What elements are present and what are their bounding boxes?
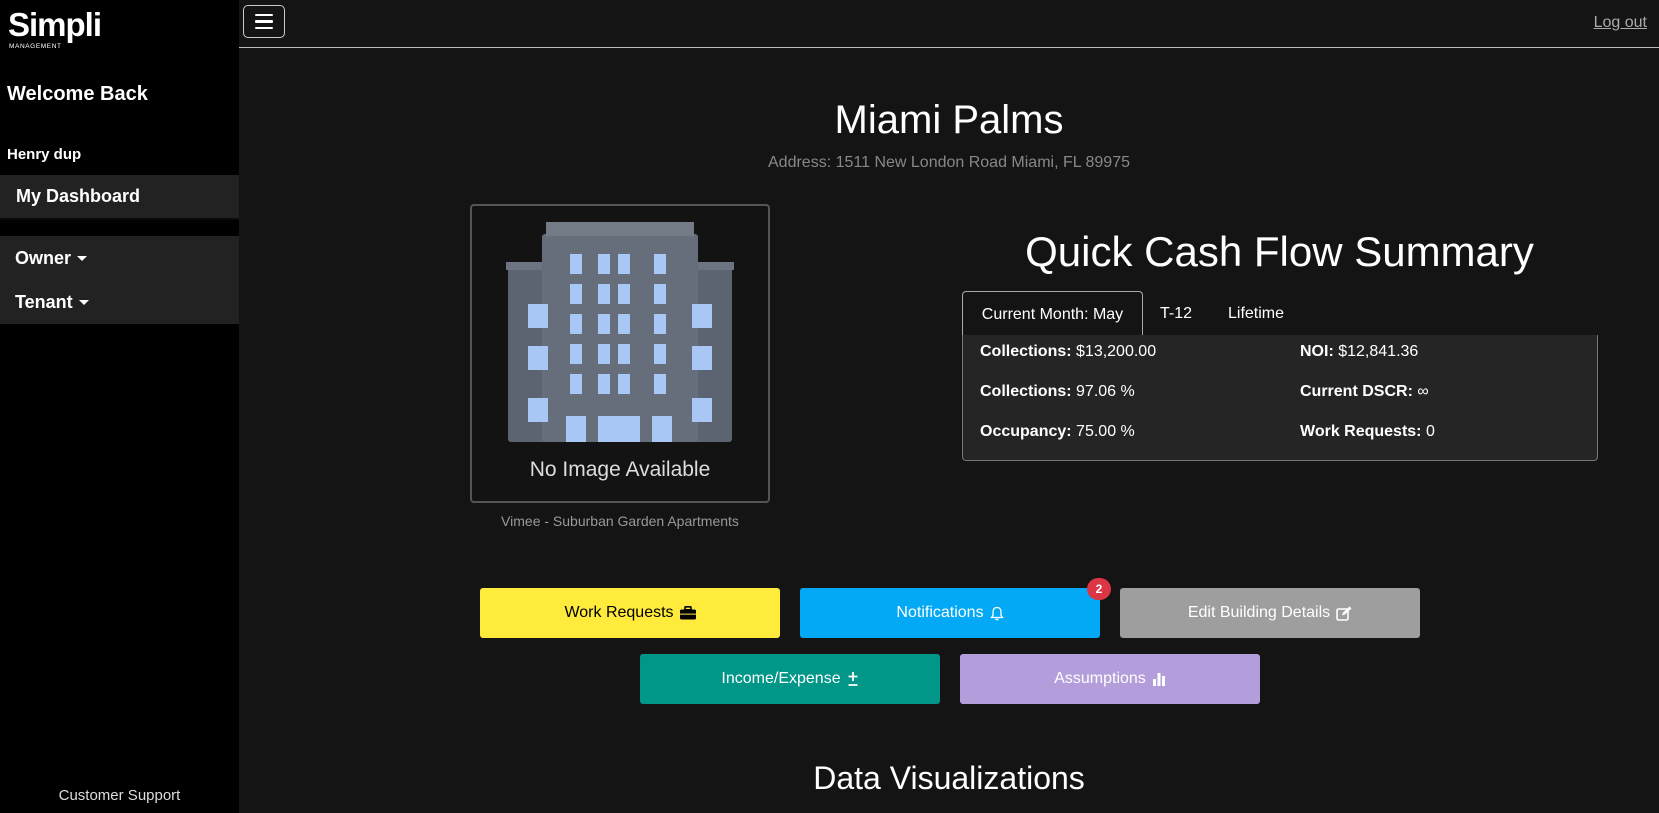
building-icon (506, 222, 734, 442)
button-label: Edit Building Details (1187, 604, 1331, 621)
user-name: Henry dup (7, 146, 82, 163)
property-address: Address: 1511 New London Road Miami, FL … (768, 154, 1130, 171)
caret-down-icon (78, 300, 89, 305)
briefcase-icon (679, 606, 696, 620)
stat-label: Work Requests: (1300, 423, 1422, 440)
sidebar-item-label: My Dashboard (16, 186, 141, 206)
topbar: Log out (239, 0, 1659, 48)
stat-label: NOI: (1300, 343, 1334, 360)
sidebar-item-label: Owner (15, 248, 72, 268)
property-title: Miami Palms (834, 98, 1064, 142)
property-image-placeholder: No Image Available (470, 204, 770, 503)
logo[interactable]: Simpli MANAGEMENT (8, 6, 112, 50)
notifications-button[interactable]: Notifications (800, 588, 1100, 638)
sidebar: Simpli MANAGEMENT Welcome Back Henry dup… (0, 0, 239, 813)
caret-down-icon (77, 256, 88, 261)
stat-label: Collections: (980, 343, 1072, 360)
cash-flow-title: Quick Cash Flow Summary (1025, 228, 1534, 275)
notification-count-badge: 2 (1087, 578, 1111, 600)
stat-value: $12,841.36 (1338, 343, 1419, 360)
no-image-text: No Image Available (529, 458, 711, 481)
sidebar-item-owner[interactable]: Owner (15, 248, 88, 269)
button-label: Income/Expense (721, 670, 841, 687)
button-label: Work Requests (564, 604, 674, 621)
stat-value: 0 (1425, 423, 1435, 440)
income-expense-button[interactable]: Income/Expense (640, 654, 940, 704)
cash-flow-summary-panel: Collections: $13,200.00 NOI: $12,841.36 … (962, 335, 1598, 461)
edit-icon (1336, 606, 1352, 621)
welcome-heading: Welcome Back (7, 83, 148, 105)
stat-work-requests: Work Requests: 0 (1300, 423, 1435, 441)
edit-building-details-button[interactable]: Edit Building Details (1120, 588, 1420, 638)
stat-value: 75.00 % (1076, 423, 1135, 440)
stat-occupancy: Occupancy: 75.00 % (980, 423, 1135, 441)
stat-current-dscr: Current DSCR: ∞ (1300, 383, 1429, 401)
stat-collections-amount: Collections: $13,200.00 (980, 343, 1156, 361)
button-label: Notifications (896, 604, 984, 621)
stat-label: Occupancy: (980, 423, 1072, 440)
logo-word: Simpli (8, 6, 102, 43)
sidebar-menu-group: Owner Tenant (0, 236, 239, 324)
logo-subtitle: MANAGEMENT (9, 43, 62, 50)
customer-support-link[interactable]: Customer Support (0, 787, 239, 804)
bar-chart-icon (1152, 673, 1165, 686)
stat-label: Collections: (980, 383, 1072, 400)
plus-minus-icon (848, 672, 858, 686)
work-requests-button[interactable]: Work Requests (480, 588, 780, 638)
assumptions-button[interactable]: Assumptions (960, 654, 1260, 704)
sidebar-item-label: Tenant (15, 292, 73, 312)
sidebar-item-my-dashboard[interactable]: My Dashboard (0, 175, 239, 220)
image-caption: Vimee - Suburban Garden Apartments (501, 513, 739, 529)
tab-lifetime[interactable]: Lifetime (1228, 291, 1284, 336)
menu-toggle-button[interactable] (243, 5, 285, 38)
data-visualizations-heading: Data Visualizations (813, 760, 1085, 796)
stat-collections-percent: Collections: 97.06 % (980, 383, 1135, 401)
stat-value: ∞ (1417, 383, 1429, 400)
button-label: Assumptions (1054, 670, 1146, 687)
stat-value: 97.06 % (1076, 383, 1135, 400)
sidebar-item-tenant[interactable]: Tenant (15, 292, 89, 313)
stat-noi: NOI: $12,841.36 (1300, 343, 1418, 361)
stat-label: Current DSCR: (1300, 383, 1413, 400)
hamburger-icon (255, 13, 273, 17)
tab-t-12[interactable]: T-12 (1160, 291, 1192, 336)
logout-link[interactable]: Log out (1594, 14, 1647, 32)
bell-icon (989, 606, 1004, 620)
tab-current-month[interactable]: Current Month: May (962, 291, 1143, 337)
cash-flow-tabs: Current Month: May T-12 Lifetime (962, 291, 1598, 337)
stat-value: $13,200.00 (1076, 343, 1157, 360)
